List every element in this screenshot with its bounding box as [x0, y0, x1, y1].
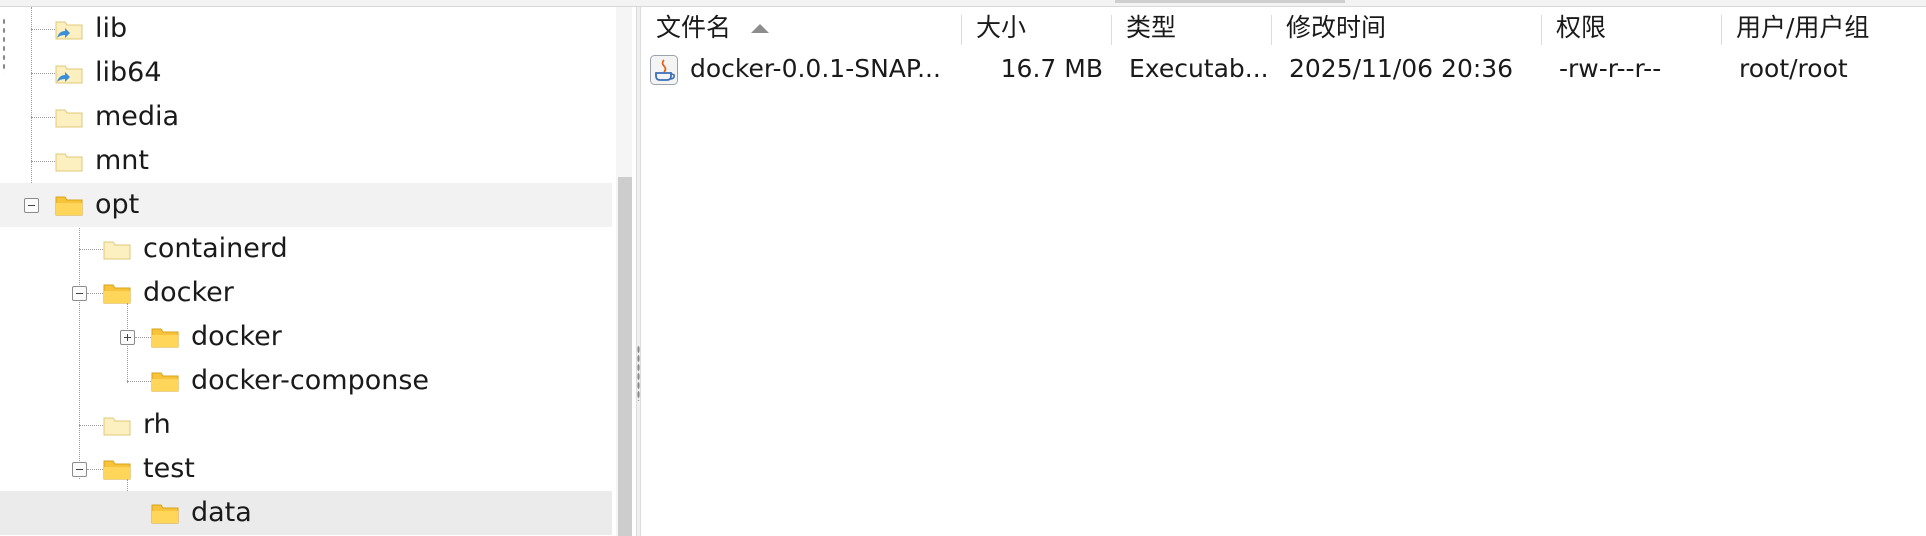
column-header-modified[interactable]: 修改时间 — [1286, 7, 1386, 49]
tree-item-mnt[interactable]: mnt — [0, 139, 612, 183]
tree-item-label: data — [191, 497, 252, 528]
top-edge-highlight — [1115, 0, 1345, 3]
tree-item-docker-componse[interactable]: docker-componse — [0, 359, 612, 403]
tree-item-label: containerd — [143, 233, 288, 264]
tree-item-test[interactable]: test — [0, 447, 612, 491]
expand-toggle[interactable] — [120, 330, 135, 345]
java-jar-icon — [650, 55, 678, 85]
tree-item-label: opt — [95, 189, 140, 220]
collapse-toggle[interactable] — [24, 198, 39, 213]
tree-item-data[interactable]: data — [0, 491, 612, 535]
column-header-label: 用户/用户组 — [1736, 13, 1870, 42]
tree-item-label: docker-componse — [191, 365, 430, 396]
pane-splitter[interactable] — [636, 7, 641, 536]
folder-icon — [55, 153, 83, 172]
file-name-cell: docker-0.0.1-SNAP... — [690, 54, 941, 83]
tree-item-lib[interactable]: lib — [0, 7, 612, 51]
top-edge — [0, 0, 1926, 7]
tree-item-lib64[interactable]: lib64 — [0, 51, 612, 95]
column-header-label: 文件名 — [656, 13, 732, 42]
folder-link-icon — [55, 65, 83, 84]
column-header-label: 大小 — [976, 13, 1027, 42]
collapse-toggle[interactable] — [72, 286, 87, 301]
folder-icon — [103, 241, 131, 260]
tree-item-label: mnt — [95, 145, 149, 176]
file-type-cell: Executab... — [1129, 54, 1269, 83]
file-size-cell: 16.7 MB — [1000, 54, 1103, 83]
file-list: 文件名 大小 类型 修改时间 权限 用户/用户组 docker-0.0.1-SN… — [643, 7, 1926, 536]
column-divider[interactable] — [1721, 15, 1722, 45]
column-header-label: 类型 — [1126, 13, 1177, 42]
tree-item-label: docker — [191, 321, 282, 352]
tree-item-opt[interactable]: opt — [0, 183, 612, 227]
tree-item-label: lib64 — [95, 57, 162, 88]
tree-item-docker[interactable]: docker — [0, 271, 612, 315]
folder-open-icon — [55, 196, 83, 216]
folder-icon — [103, 417, 131, 436]
column-divider[interactable] — [1541, 15, 1542, 45]
column-header-label: 权限 — [1556, 13, 1607, 42]
folder-open-icon — [103, 284, 131, 304]
folder-open-icon — [103, 460, 131, 480]
tree-item-label: test — [143, 453, 195, 484]
column-header-size[interactable]: 大小 — [976, 7, 1026, 49]
sort-ascending-icon — [751, 24, 769, 33]
tree-item-label: media — [95, 101, 180, 132]
folder-link-icon — [55, 21, 83, 40]
file-owner-cell: root/root — [1739, 54, 1848, 83]
column-header-name[interactable]: 文件名 — [656, 7, 896, 49]
folder-open-icon — [151, 504, 179, 524]
column-header-type[interactable]: 类型 — [1126, 7, 1176, 49]
folder-icon — [151, 372, 179, 392]
column-divider[interactable] — [961, 15, 962, 45]
folder-icon — [55, 109, 83, 128]
tree-item-containerd[interactable]: containerd — [0, 227, 612, 271]
file-modified-cell: 2025/11/06 20:36 — [1289, 54, 1514, 83]
column-divider[interactable] — [1111, 15, 1112, 45]
tree-item-rh[interactable]: rh — [0, 403, 612, 447]
tree-item-docker-sub[interactable]: docker — [0, 315, 612, 359]
column-header-label: 修改时间 — [1286, 13, 1387, 42]
tree-item-label: rh — [143, 409, 171, 440]
file-permissions-cell: -rw-r--r-- — [1559, 54, 1662, 83]
tree-item-media[interactable]: media — [0, 95, 612, 139]
column-divider[interactable] — [1271, 15, 1272, 45]
folder-icon — [151, 328, 179, 348]
splitter-grip[interactable] — [637, 345, 640, 401]
directory-tree: lib lib64 media mnt opt containerd docke… — [0, 7, 636, 536]
column-header-permissions[interactable]: 权限 — [1556, 7, 1606, 49]
tree-item-label: docker — [143, 277, 234, 308]
tree-scrollbar-thumb[interactable] — [618, 177, 632, 536]
collapse-toggle[interactable] — [72, 462, 87, 477]
tree-item-label: lib — [95, 13, 128, 44]
column-header-owner[interactable]: 用户/用户组 — [1736, 7, 1869, 49]
